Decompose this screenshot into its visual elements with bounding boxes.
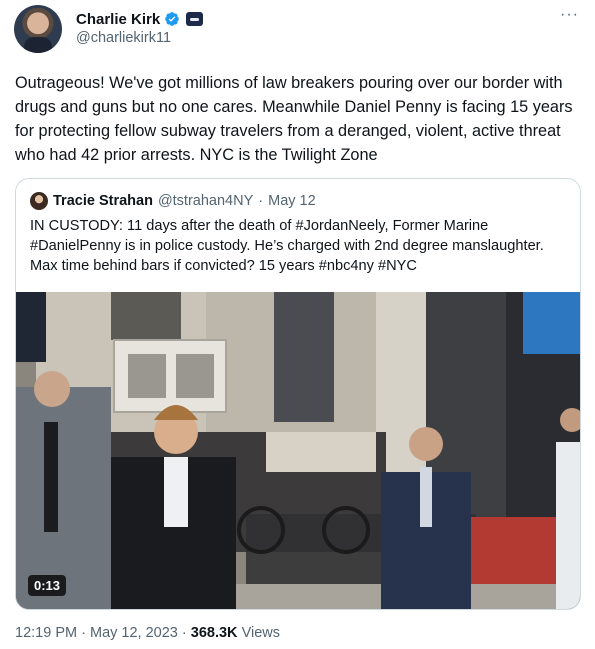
footer-separator-2: · (181, 625, 187, 641)
author-name-row: Charlie Kirk (76, 9, 204, 29)
quoted-tweet[interactable]: Tracie Strahan @tstrahan4NY · May 12 IN … (15, 178, 581, 610)
author-display-name[interactable]: Charlie Kirk (76, 11, 160, 28)
views-label: Views (241, 625, 280, 641)
views-count[interactable]: 368.3K (191, 625, 238, 641)
quoted-tweet-header: Tracie Strahan @tstrahan4NY · May 12 (30, 192, 316, 210)
affiliate-badge-icon[interactable] (186, 12, 204, 26)
quoted-date[interactable]: May 12 (268, 193, 316, 209)
verified-badge-icon (165, 12, 180, 26)
quoted-author-handle[interactable]: @tstrahan4NY (158, 193, 253, 209)
footer-separator: · (81, 625, 86, 641)
video-thumbnail (16, 292, 580, 609)
tweet-date[interactable]: May 12, 2023 (90, 625, 178, 641)
tweet-text: Outrageous! We've got millions of law br… (15, 74, 573, 164)
video-player[interactable]: 0:13 (16, 292, 580, 609)
tweet: Charlie Kirk @charliekirk11 ··· Outrageo… (0, 0, 595, 649)
tweet-footer: 12:19 PM · May 12, 2023 · 368.3K Views (15, 625, 280, 641)
quoted-tweet-text: IN CUSTODY: 11 days after the death of #… (30, 218, 544, 274)
quoted-separator: · (258, 193, 264, 209)
author-handle[interactable]: @charliekirk11 (76, 30, 171, 46)
more-options-icon[interactable]: ··· (560, 7, 579, 23)
author-avatar[interactable] (14, 5, 62, 53)
video-duration-badge: 0:13 (28, 575, 67, 596)
quoted-author-avatar[interactable] (30, 192, 48, 210)
tweet-time[interactable]: 12:19 PM (15, 625, 77, 641)
quoted-author-name[interactable]: Tracie Strahan (53, 193, 153, 209)
